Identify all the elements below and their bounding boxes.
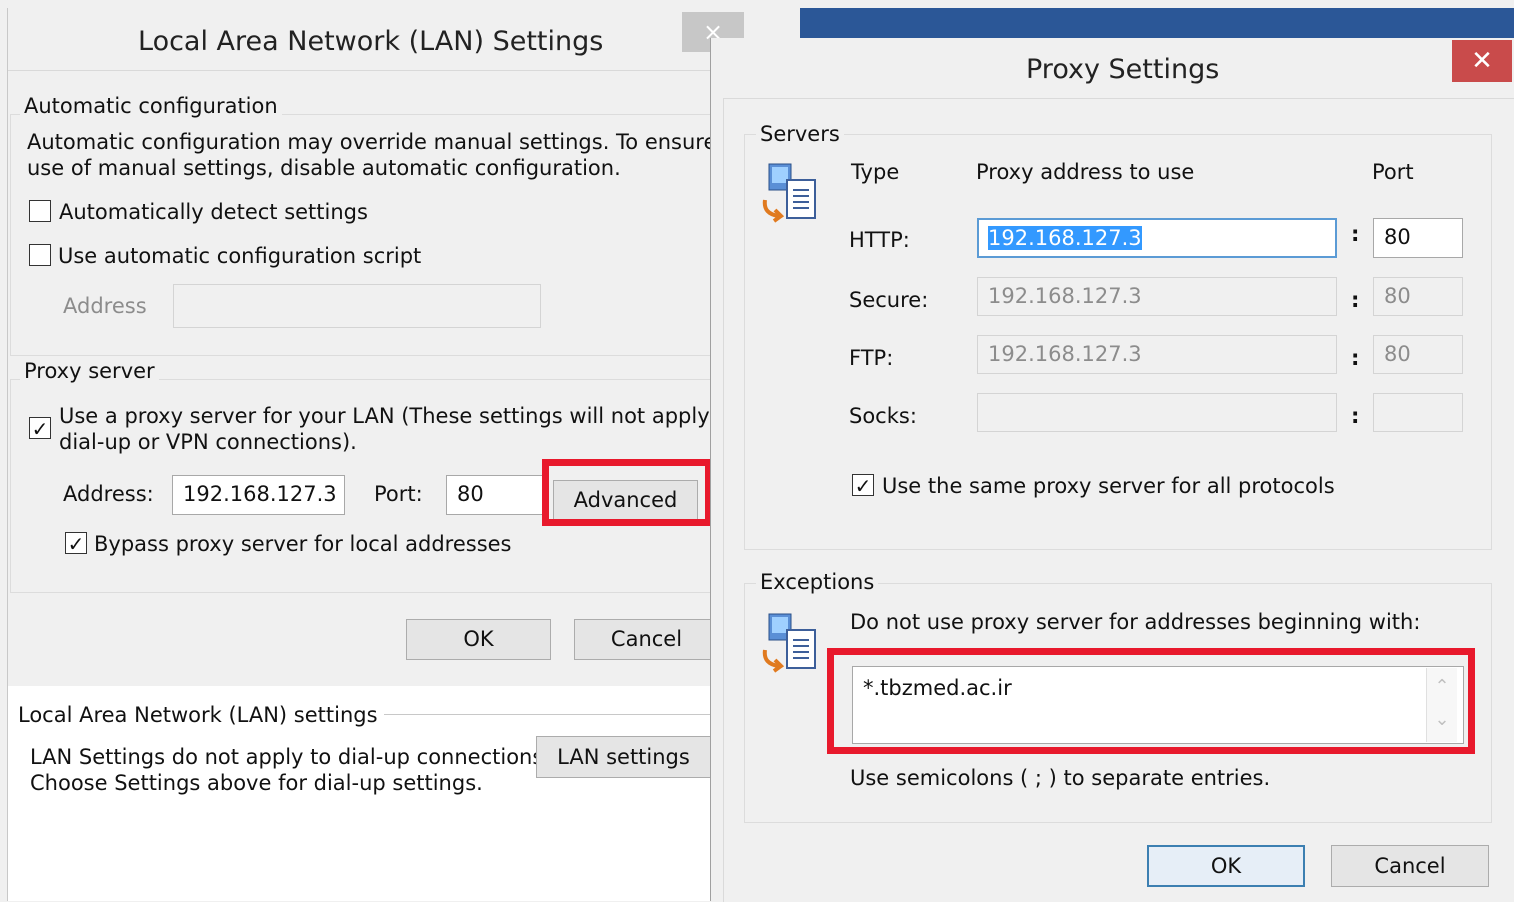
use-proxy-label-2: dial-up or VPN connections). [59,430,357,454]
proxy-ok-button[interactable]: OK [1147,845,1305,887]
proxy-port-input[interactable]: 80 [446,475,546,515]
secure-type-label: Secure: [849,288,929,312]
col-type-header: Type [851,160,900,184]
socks-address-input[interactable] [977,393,1337,432]
lan-title-bar: Local Area Network (LAN) Settings × [8,8,744,71]
script-address-input[interactable] [173,284,541,328]
proxy-dialog-title: Proxy Settings [1026,54,1220,85]
col-port-header: Port [1372,160,1414,184]
network-computer-icon [762,163,816,223]
lan-settings-dialog: Local Area Network (LAN) Settings × Auto… [7,8,758,901]
servers-legend: Servers [756,121,844,147]
auto-config-description-2: use of manual settings, disable automati… [27,156,621,180]
http-port-input[interactable]: 80 [1373,218,1463,258]
exceptions-computer-icon [762,613,816,673]
lan-ok-button[interactable]: OK [406,619,551,660]
http-type-label: HTTP: [849,228,910,252]
use-proxy-label-1: Use a proxy server for your LAN (These s… [59,404,738,428]
col-address-header: Proxy address to use [976,160,1195,184]
socks-type-label: Socks: [849,404,917,428]
use-proxy-checkbox[interactable]: ✓ [29,417,51,440]
socks-port-input[interactable] [1373,393,1463,432]
lan-cancel-button[interactable]: Cancel [574,619,719,660]
bypass-local-checkbox[interactable]: ✓ [65,532,87,555]
same-proxy-label: Use the same proxy server for all protoc… [882,474,1335,498]
advanced-highlight-box [542,459,712,526]
secure-address-input[interactable]: 192.168.127.3 [977,277,1337,316]
exceptions-legend: Exceptions [756,569,879,595]
bypass-local-label: Bypass proxy server for local addresses [94,532,512,556]
auto-script-checkbox[interactable] [29,244,51,266]
secure-colon: : [1351,288,1360,312]
secure-port-input[interactable]: 80 [1373,277,1463,316]
auto-script-label: Use automatic configuration script [58,244,422,268]
auto-detect-checkbox[interactable] [29,200,51,222]
lan-settings-group-label: Local Area Network (LAN) settings [18,702,384,728]
ftp-address-input[interactable]: 192.168.127.3 [977,335,1337,374]
socks-colon: : [1351,404,1360,428]
proxy-address-input[interactable]: 192.168.127.3 [172,475,345,515]
auto-detect-label: Automatically detect settings [59,200,368,224]
automatic-configuration-legend: Automatic configuration [20,93,282,119]
proxy-port-label: Port: [374,482,423,506]
http-address-input[interactable]: 192.168.127.3 [977,218,1337,258]
ftp-colon: : [1351,346,1360,370]
lan-settings-description-2: Choose Settings above for dial-up settin… [30,771,483,795]
lan-settings-button[interactable]: LAN settings [536,736,711,778]
proxy-close-button[interactable]: ✕ [1452,40,1512,82]
proxy-address-label: Address: [63,482,154,506]
auto-config-description-1: Automatic configuration may override man… [27,130,758,154]
ftp-type-label: FTP: [849,346,894,370]
lan-settings-divider [358,714,711,715]
same-proxy-checkbox[interactable]: ✓ [852,474,874,497]
http-colon: : [1351,222,1360,246]
ftp-port-input[interactable]: 80 [1373,335,1463,374]
script-address-label: Address [63,294,147,318]
lan-settings-description-1: LAN Settings do not apply to dial-up con… [30,745,550,769]
exceptions-highlight-box [827,648,1475,754]
lan-dialog-title: Local Area Network (LAN) Settings [138,26,604,57]
proxy-settings-dialog: Proxy Settings ✕ Servers Type Proxy addr… [710,38,1514,902]
exceptions-hint: Use semicolons ( ; ) to separate entries… [850,766,1271,790]
http-address-selected-text: 192.168.127.3 [988,226,1142,250]
proxy-cancel-button[interactable]: Cancel [1331,845,1489,887]
exceptions-instruction: Do not use proxy server for addresses be… [850,610,1421,634]
proxy-server-legend: Proxy server [20,358,159,384]
